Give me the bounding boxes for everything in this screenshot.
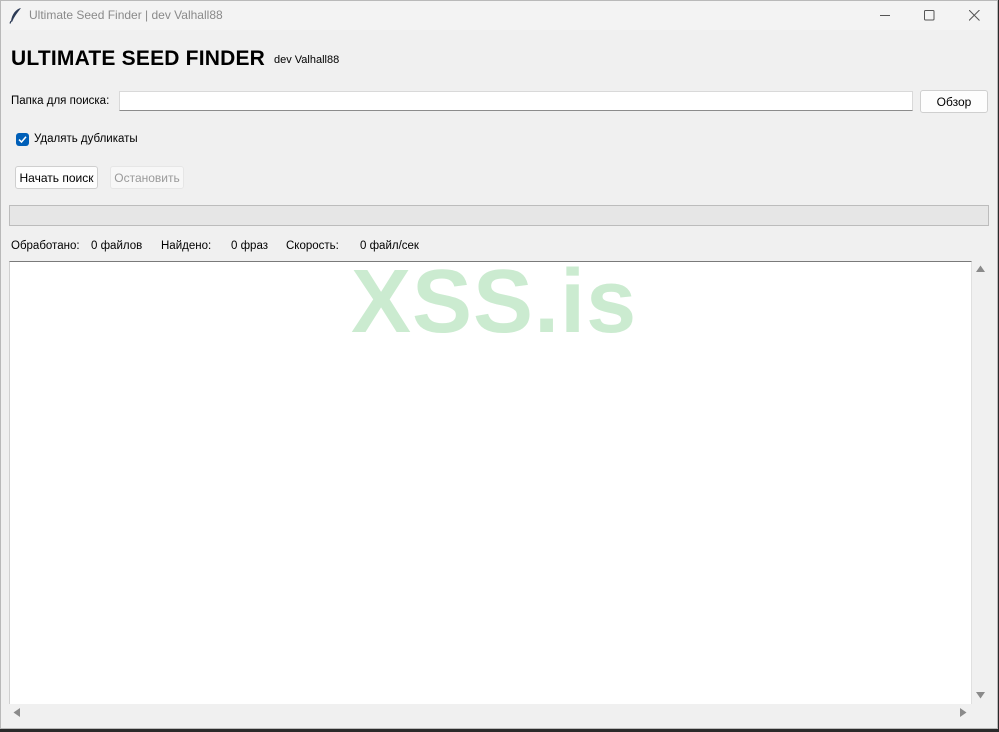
title-bar[interactable]: Ultimate Seed Finder | dev Valhall88 bbox=[1, 1, 997, 30]
speed-label: Скорость: bbox=[286, 240, 339, 252]
processed-label: Обработано: bbox=[11, 240, 80, 252]
remove-duplicates-checkbox[interactable] bbox=[16, 133, 29, 146]
remove-duplicates-label[interactable]: Удалять дубликаты bbox=[34, 133, 138, 145]
checkmark-icon bbox=[18, 136, 27, 144]
stop-button[interactable]: Остановить bbox=[110, 166, 184, 189]
found-value: 0 фраз bbox=[231, 240, 268, 252]
start-search-button[interactable]: Начать поиск bbox=[15, 166, 98, 189]
close-icon bbox=[969, 10, 980, 21]
scroll-up-icon[interactable] bbox=[976, 265, 985, 273]
horizontal-scrollbar[interactable] bbox=[9, 704, 972, 721]
close-button[interactable] bbox=[952, 1, 998, 30]
folder-path-input[interactable] bbox=[119, 91, 913, 111]
speed-value: 0 файл/сек bbox=[360, 240, 419, 252]
developer-label: dev Valhall88 bbox=[274, 54, 340, 66]
app-window: Ultimate Seed Finder | dev Valhall88 ULT… bbox=[0, 0, 998, 729]
minimize-icon bbox=[880, 15, 890, 16]
folder-label: Папка для поиска: bbox=[11, 95, 110, 107]
app-heading: ULTIMATE SEED FINDER bbox=[11, 47, 266, 70]
scroll-left-icon[interactable] bbox=[13, 708, 21, 717]
window-title: Ultimate Seed Finder | dev Valhall88 bbox=[29, 8, 223, 22]
feather-icon bbox=[9, 8, 21, 24]
found-label: Найдено: bbox=[161, 240, 212, 252]
maximize-icon bbox=[924, 10, 935, 21]
scroll-down-icon[interactable] bbox=[976, 691, 985, 699]
scroll-right-icon[interactable] bbox=[959, 708, 967, 717]
browse-button[interactable]: Обзор bbox=[920, 90, 988, 113]
maximize-button[interactable] bbox=[907, 1, 953, 30]
processed-value: 0 файлов bbox=[91, 240, 143, 252]
results-log[interactable] bbox=[9, 261, 972, 704]
vertical-scrollbar[interactable] bbox=[972, 261, 989, 704]
progress-bar bbox=[9, 205, 989, 226]
minimize-button[interactable] bbox=[863, 1, 909, 30]
